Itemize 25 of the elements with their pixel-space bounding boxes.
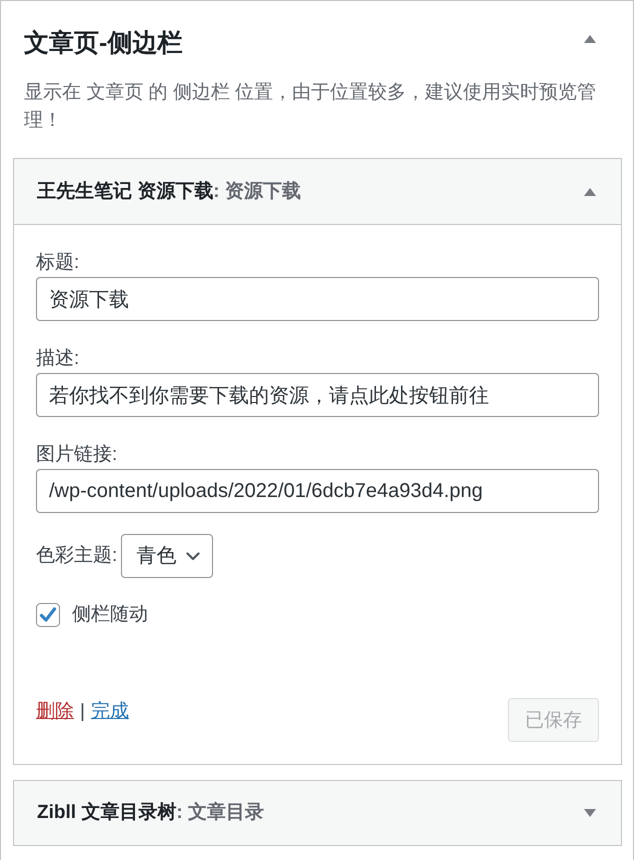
text-field[interactable]: /wp-content/uploads/2022/01/6dcb7e4a93d4.png bbox=[36, 469, 599, 513]
widget-title: : 资源下载 bbox=[213, 180, 301, 202]
widget-header[interactable]: Zibll 文章目录树: 文章目录 bbox=[14, 781, 621, 845]
text-field[interactable]: 资源下载 bbox=[36, 277, 599, 321]
done-link[interactable]: 完成 bbox=[90, 700, 129, 724]
chevron-down-icon bbox=[186, 552, 200, 560]
widget-name: 王先生笔记 资源下载 bbox=[37, 180, 214, 202]
link-separator: | bbox=[80, 700, 85, 724]
section-title: 文章页-侧边栏 bbox=[24, 28, 182, 58]
checkbox[interactable] bbox=[36, 603, 60, 627]
caret-up-icon[interactable] bbox=[584, 188, 596, 196]
field-label: 图片链接: bbox=[36, 443, 118, 467]
delete-link[interactable]: 删除 bbox=[36, 700, 74, 724]
theme-select[interactable]: 青色 bbox=[121, 534, 214, 578]
caret-down-icon[interactable] bbox=[584, 809, 596, 817]
field-label: 色彩主题: bbox=[36, 544, 118, 568]
field-label: 标题: bbox=[36, 251, 80, 275]
section-description: 显示在 文章页 的 侧边栏 位置，由于位置较多，建议使用实时预览管理！ bbox=[24, 81, 598, 133]
text-field[interactable]: 若你找不到你需要下载的资源，请点此处按钮前往 bbox=[36, 373, 599, 417]
widget-title: : 文章目录 bbox=[176, 802, 264, 823]
widget-name: Zibll 文章目录树 bbox=[37, 802, 176, 823]
widget-header[interactable]: 王先生笔记 资源下载: 资源下载 bbox=[14, 159, 621, 225]
caret-up-icon[interactable] bbox=[584, 35, 596, 43]
field-label: 描述: bbox=[36, 347, 80, 371]
checkbox-label: 侧栏随动 bbox=[72, 603, 148, 627]
